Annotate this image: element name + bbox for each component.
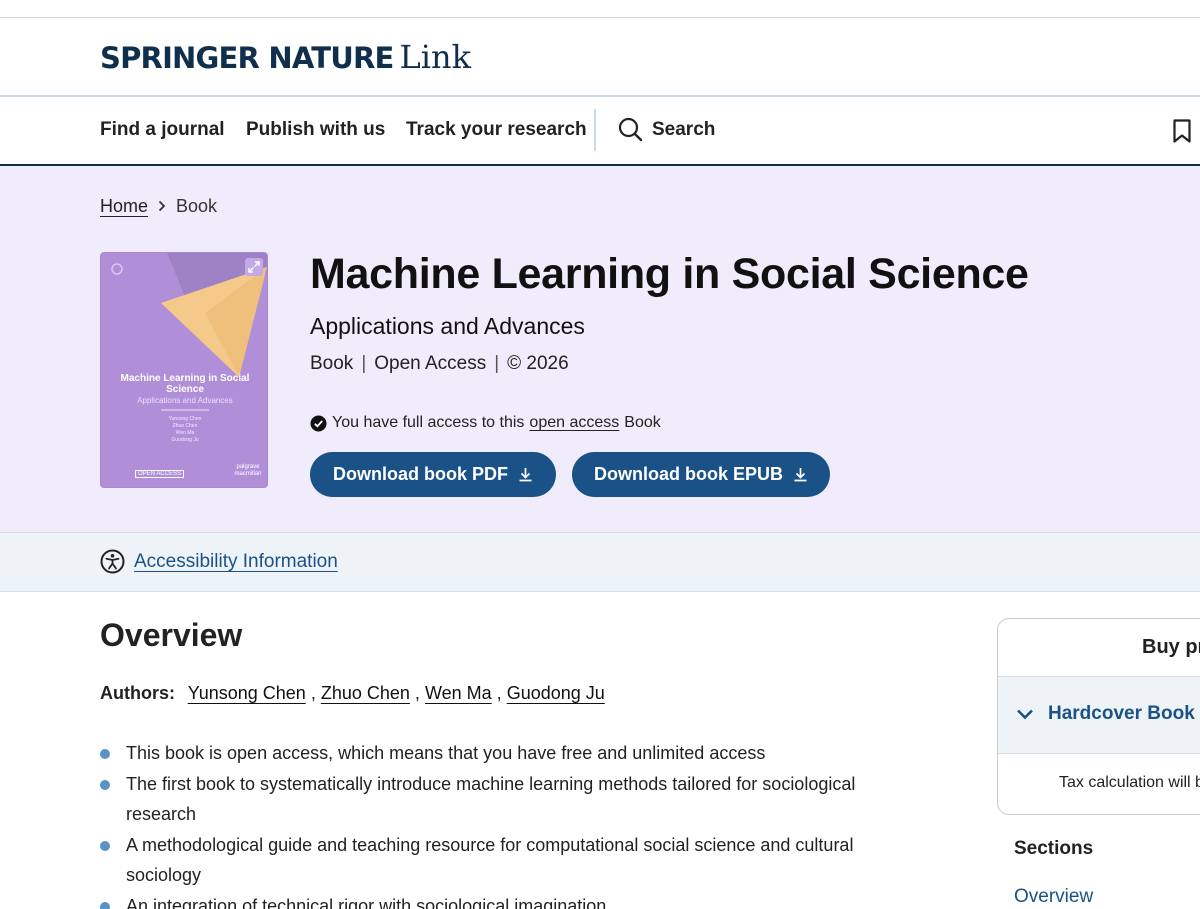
logo-link-word: Link xyxy=(399,38,471,76)
cover-title: Machine Learning in Social Science xyxy=(120,373,250,395)
meta-separator: | xyxy=(494,353,500,374)
tax-note: Tax calculation will b xyxy=(1059,774,1200,791)
site-logo[interactable]: SPRINGER NATURE Link xyxy=(100,38,471,76)
search-label: Search xyxy=(652,118,716,140)
highlight-item: A methodological guide and teaching reso… xyxy=(100,830,890,890)
highlight-item: An integration of technical rigor with s… xyxy=(100,891,890,909)
buy-box: Buy pr Hardcover Book Tax calculation wi… xyxy=(997,618,1200,815)
book-copyright: © 2026 xyxy=(507,353,569,374)
accessibility-info[interactable]: Accessibility Information xyxy=(100,549,338,574)
bookmark-icon xyxy=(1173,119,1191,143)
logo-bar: SPRINGER NATURE Link xyxy=(0,18,1200,97)
author-separator: , xyxy=(310,683,316,703)
cover-author: Guodong Ju xyxy=(171,437,199,443)
hardcover-option[interactable]: Hardcover Book xyxy=(998,676,1200,754)
author-link[interactable]: Zhuo Chen xyxy=(321,683,410,703)
book-subtitle: Applications and Advances xyxy=(310,313,585,339)
meta-separator: | xyxy=(361,353,367,374)
open-access-link[interactable]: open access xyxy=(529,414,619,432)
author-link[interactable]: Wen Ma xyxy=(425,683,492,703)
nav-track-research[interactable]: Track your research xyxy=(406,119,587,141)
download-epub-label: Download book EPUB xyxy=(594,464,783,484)
cover-author: Wen Ma xyxy=(175,430,195,436)
breadcrumb-home[interactable]: Home xyxy=(100,196,148,217)
access-note: You have full access to this open access… xyxy=(310,414,661,432)
search-button[interactable]: Search xyxy=(618,117,715,142)
logo-brand: SPRINGER NATURE xyxy=(100,41,394,75)
nav-find-journal[interactable]: Find a journal xyxy=(100,119,225,141)
hardcover-label: Hardcover Book xyxy=(1048,703,1195,724)
author-separator: , xyxy=(496,683,502,703)
download-icon xyxy=(794,468,807,482)
check-circle-icon xyxy=(310,415,327,431)
cover-art xyxy=(111,253,267,411)
authors-line: Authors: Yunsong Chen , Zhuo Chen , Wen … xyxy=(100,683,605,704)
download-pdf-label: Download book PDF xyxy=(333,464,508,484)
accessibility-icon xyxy=(100,549,125,574)
cover-authors: Yunsong Chen Zhuo Chen Wen Ma Guodong Ju xyxy=(141,416,229,444)
nav-publish-with-us[interactable]: Publish with us xyxy=(246,119,385,141)
highlight-item: This book is open access, which means th… xyxy=(100,738,890,768)
download-icon xyxy=(519,468,532,482)
authors-label: Authors: xyxy=(100,683,175,703)
access-note-suffix: Book xyxy=(624,414,661,431)
search-icon xyxy=(618,117,643,142)
overview-heading: Overview xyxy=(100,617,243,653)
book-meta: Book | Open Access | © 2026 xyxy=(310,353,569,375)
expand-icon[interactable] xyxy=(245,258,263,281)
book-type: Book xyxy=(310,353,354,374)
highlights-list: This book is open access, which means th… xyxy=(100,738,890,909)
book-hero: Home Book Machine Learning in Social Sci… xyxy=(0,166,1200,532)
book-access: Open Access xyxy=(374,353,487,374)
top-strip xyxy=(0,0,1200,18)
download-pdf-button[interactable]: Download book PDF xyxy=(310,452,556,497)
sections-heading: Sections xyxy=(1014,838,1094,859)
bookmark-button[interactable] xyxy=(1172,118,1192,149)
accessibility-link[interactable]: Accessibility Information xyxy=(134,551,338,573)
book-title: Machine Learning in Social Science xyxy=(310,250,1029,298)
book-cover[interactable]: Machine Learning in Social Science Appli… xyxy=(100,252,268,488)
section-link-overview[interactable]: Overview xyxy=(1014,886,1093,908)
buy-title: Buy pr xyxy=(1142,636,1200,658)
nav-divider xyxy=(594,109,596,151)
chevron-right-icon xyxy=(158,196,166,217)
download-epub-button[interactable]: Download book EPUB xyxy=(572,452,830,497)
access-note-prefix: You have full access to this xyxy=(332,414,525,431)
cover-author: Zhuo Chen xyxy=(172,423,198,429)
breadcrumb-current: Book xyxy=(176,196,218,216)
main-nav: Find a journal Publish with us Track you… xyxy=(0,97,1200,166)
cover-subtitle: Applications and Advances xyxy=(137,396,233,405)
chevron-down-icon xyxy=(1017,709,1033,720)
highlight-item: The first book to systematically introdu… xyxy=(100,769,890,829)
cover-author: Yunsong Chen xyxy=(168,416,202,422)
cover-publisher: palgrave macmillan xyxy=(234,464,262,477)
cover-open-access-badge: OPEN ACCESS xyxy=(135,470,185,478)
accessibility-bar: Accessibility Information xyxy=(0,532,1200,592)
author-separator: , xyxy=(414,683,420,703)
breadcrumb: Home Book xyxy=(100,196,217,217)
author-link[interactable]: Guodong Ju xyxy=(507,683,605,703)
author-link[interactable]: Yunsong Chen xyxy=(188,683,306,703)
hardcover-toggle[interactable]: Hardcover Book xyxy=(1016,703,1195,725)
